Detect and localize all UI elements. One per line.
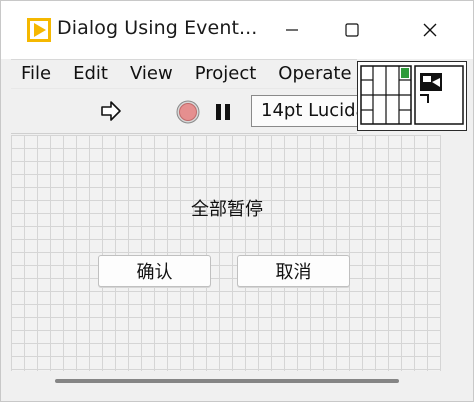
cancel-button[interactable]: 取消	[237, 255, 350, 287]
minimize-button[interactable]	[262, 1, 322, 59]
text-settings-select[interactable]: 14pt Lucida	[251, 95, 361, 127]
title-bar[interactable]: Dialog Using Event...	[1, 1, 473, 59]
icon-connector-pane	[357, 61, 467, 131]
abort-execution-icon[interactable]	[175, 99, 201, 125]
menu-edit[interactable]: Edit	[62, 60, 119, 88]
run-arrow-icon[interactable]	[99, 99, 123, 123]
menu-project[interactable]: Project	[184, 60, 268, 88]
labview-app-icon	[27, 18, 51, 42]
menu-view[interactable]: View	[119, 60, 184, 88]
horizontal-scrollbar[interactable]	[11, 371, 467, 401]
maximize-button[interactable]	[322, 1, 382, 59]
connector-pane-icon[interactable]	[360, 65, 412, 125]
maximize-icon	[345, 23, 359, 37]
vi-icon[interactable]	[414, 65, 464, 125]
toolbar: 14pt Lucida	[11, 89, 361, 134]
pause-icon[interactable]	[213, 101, 233, 123]
pause-all-label: 全部暂停	[191, 199, 263, 220]
close-button[interactable]	[400, 1, 460, 59]
horizontal-scroll-thumb[interactable]	[55, 379, 399, 383]
menu-file[interactable]: File	[11, 60, 62, 88]
vi-window: Dialog Using Event... File Edit View Pro…	[0, 0, 474, 402]
close-icon	[423, 23, 437, 37]
menu-bar: File Edit View Project Operate	[11, 59, 357, 89]
vertical-scroll-area[interactable]	[441, 135, 467, 371]
confirm-button[interactable]: 确认	[98, 255, 211, 287]
minimize-icon	[286, 29, 298, 31]
menu-operate[interactable]: Operate	[267, 60, 362, 88]
front-panel[interactable]: 全部暂停 确认 取消	[11, 135, 441, 371]
window-title: Dialog Using Event...	[57, 17, 258, 39]
